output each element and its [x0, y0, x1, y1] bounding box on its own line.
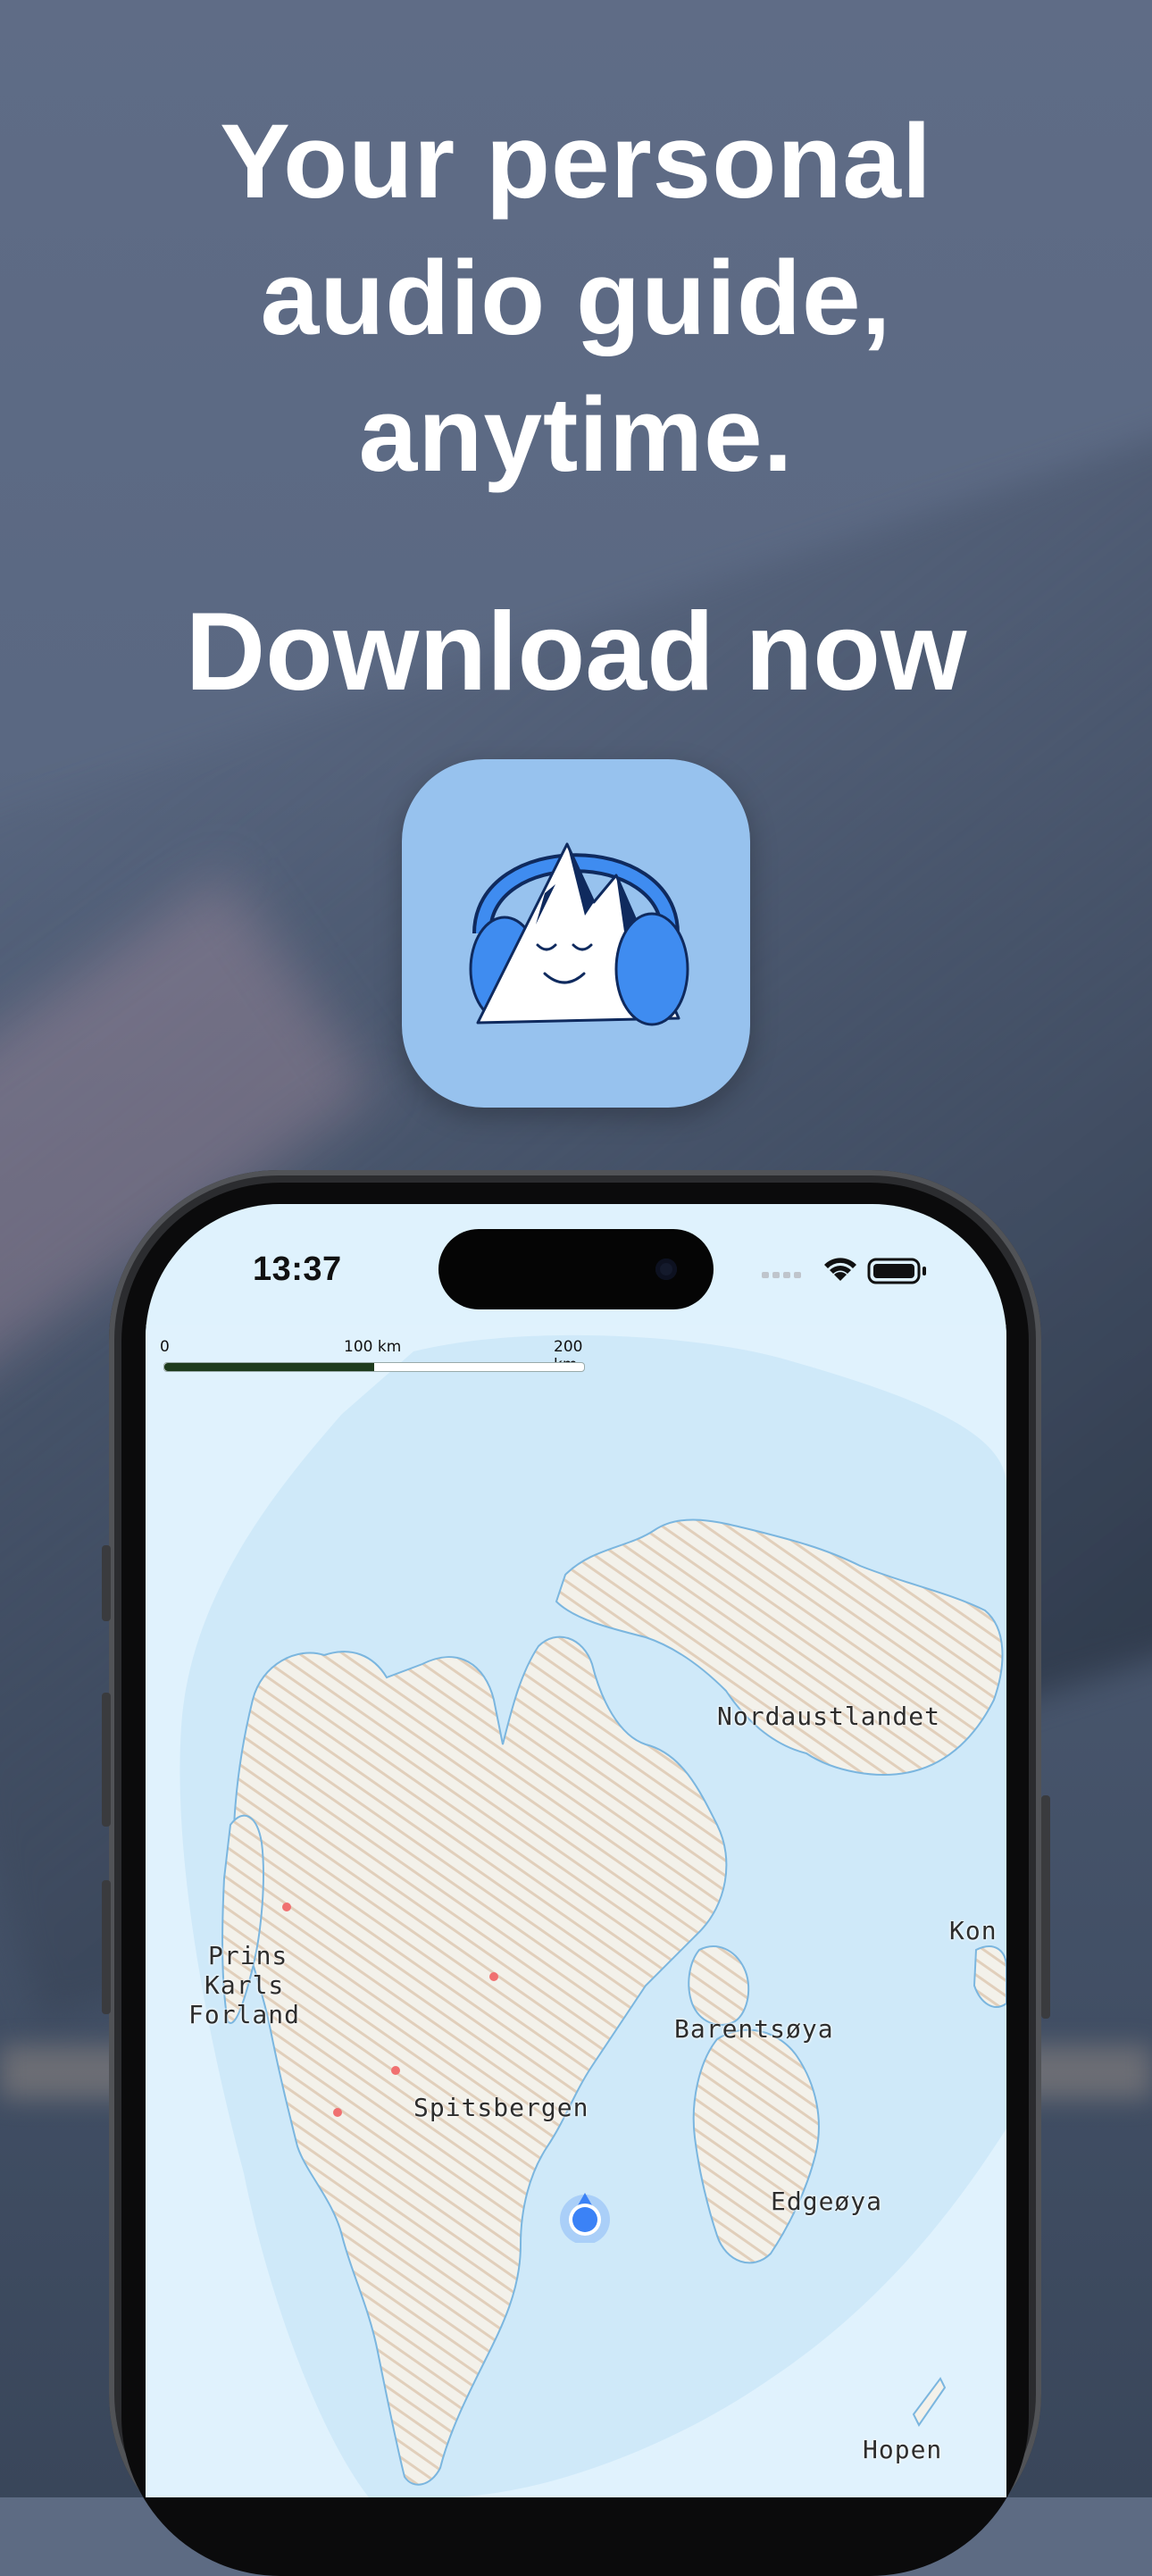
scale-fill [164, 1363, 374, 1371]
phone-screen: 13:37 0 100 km 200 Nordaustlandet Prins … [146, 1204, 1006, 2497]
battery-icon [867, 1258, 926, 1284]
scale-label-0: 0 [160, 1338, 170, 1356]
place-forland[interactable]: Forland [188, 2000, 300, 2030]
map-scale-bar: 0 100 km 200 km [156, 1338, 585, 1374]
headline-line-2: audio guide, [260, 239, 892, 357]
place-karls[interactable]: Karls [205, 1970, 284, 2001]
place-hopen[interactable]: Hopen [863, 2435, 942, 2465]
phone-power-button [1041, 1795, 1050, 2019]
status-icons [762, 1254, 940, 1294]
place-prins[interactable]: Prins [208, 1941, 288, 1971]
dynamic-island [438, 1229, 714, 1309]
svalbard-map [146, 1325, 1006, 2497]
current-location-icon[interactable] [558, 2189, 612, 2243]
place-nordaustlandet[interactable]: Nordaustlandet [717, 1702, 940, 1732]
phone-volume-up [102, 1693, 111, 1827]
map-view[interactable]: 0 100 km 200 km Nordaustlandet Prins Kar… [146, 1325, 1006, 2497]
scale-track [163, 1362, 585, 1372]
place-kong-karls-land-partial[interactable]: Kon [949, 1916, 998, 1946]
place-spitsbergen[interactable]: Spitsbergen [413, 2093, 589, 2123]
headline-line-1: Your personal [220, 103, 932, 221]
camera-icon [655, 1259, 677, 1280]
app-icon [402, 759, 750, 1108]
place-edgeoya[interactable]: Edgeøya [771, 2187, 882, 2217]
download-cta: Download now [185, 590, 967, 714]
place-barentsoya[interactable]: Barentsøya [674, 2014, 834, 2045]
status-time: 13:37 [253, 1250, 342, 1288]
scale-label-100km: 100 km [344, 1338, 402, 1356]
phone-side-button [102, 1545, 111, 1621]
status-bar: 13:37 [146, 1204, 1006, 1325]
mountain-with-headphones-icon [469, 842, 689, 1026]
phone-volume-down [102, 1880, 111, 2014]
promo-headline: Your personal audio guide, anytime. [0, 94, 1152, 504]
headline-line-3: anytime. [358, 376, 794, 494]
wifi-icon [824, 1258, 856, 1281]
cellular-signal-icon [762, 1272, 801, 1278]
